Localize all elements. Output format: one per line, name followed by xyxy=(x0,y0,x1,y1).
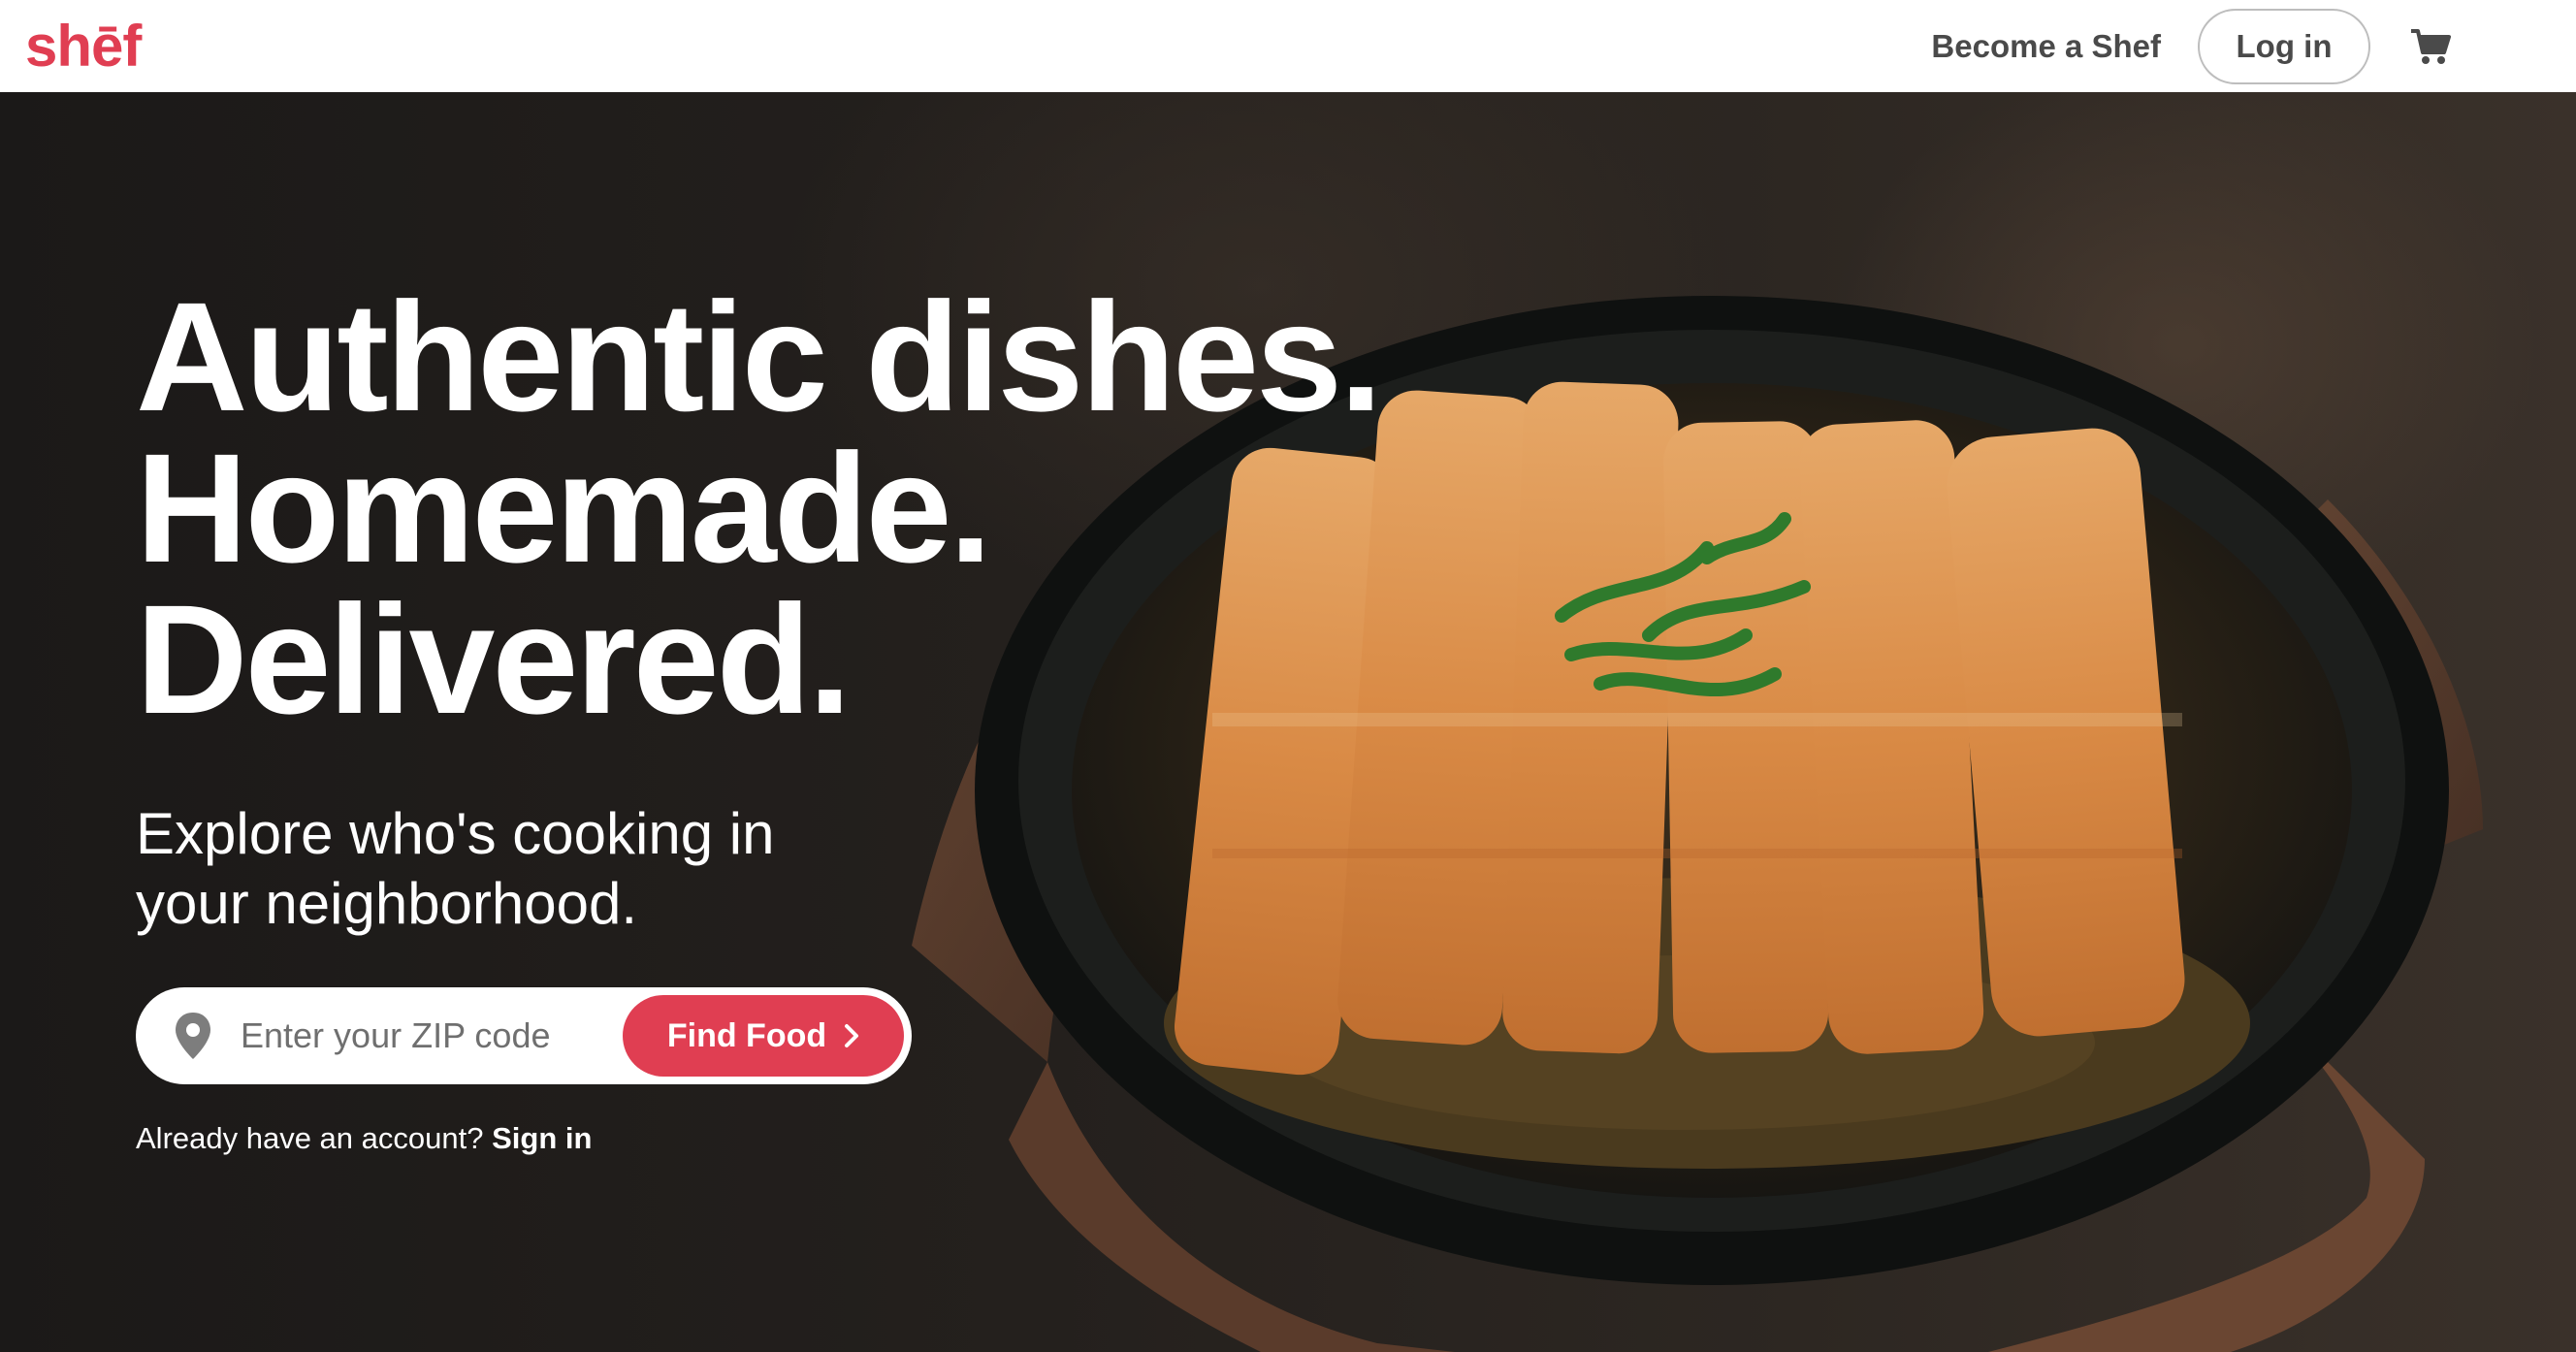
account-prompt-text: Already have an account? xyxy=(136,1121,484,1155)
top-nav: shēf Become a Shef Log in xyxy=(0,0,2576,92)
become-a-shef-link[interactable]: Become a Shef xyxy=(1931,28,2161,65)
cart-icon[interactable] xyxy=(2409,27,2452,66)
location-pin-icon xyxy=(176,1013,210,1059)
account-prompt: Already have an account? Sign in xyxy=(136,1121,1380,1156)
hero-content: Authentic dishes. Homemade. Delivered. E… xyxy=(136,270,1383,1156)
find-food-label: Find Food xyxy=(666,1016,827,1054)
nav-actions: Become a Shef Log in xyxy=(1931,0,2576,92)
headline-line-3: Delivered. xyxy=(136,572,852,746)
headline-line-1: Authentic dishes. xyxy=(136,270,1383,443)
hero-section: Authentic dishes. Homemade. Delivered. E… xyxy=(0,92,2576,1352)
shef-logo[interactable]: shēf xyxy=(25,16,142,76)
login-button[interactable]: Log in xyxy=(2198,8,2370,84)
chevron-right-icon xyxy=(845,1024,859,1047)
hero-headline: Authentic dishes. Homemade. Delivered. xyxy=(136,270,1383,746)
headline-line-2: Homemade. xyxy=(136,421,992,595)
find-food-button[interactable]: Find Food xyxy=(623,995,904,1077)
hero-subheading: Explore who's cooking in your neighborho… xyxy=(136,801,775,936)
page: shēf Become a Shef Log in Authentic dish… xyxy=(0,0,2576,1352)
zip-code-input[interactable] xyxy=(241,987,648,1084)
sign-in-link[interactable]: Sign in xyxy=(492,1121,592,1155)
zip-search-bar: Find Food xyxy=(136,987,912,1084)
